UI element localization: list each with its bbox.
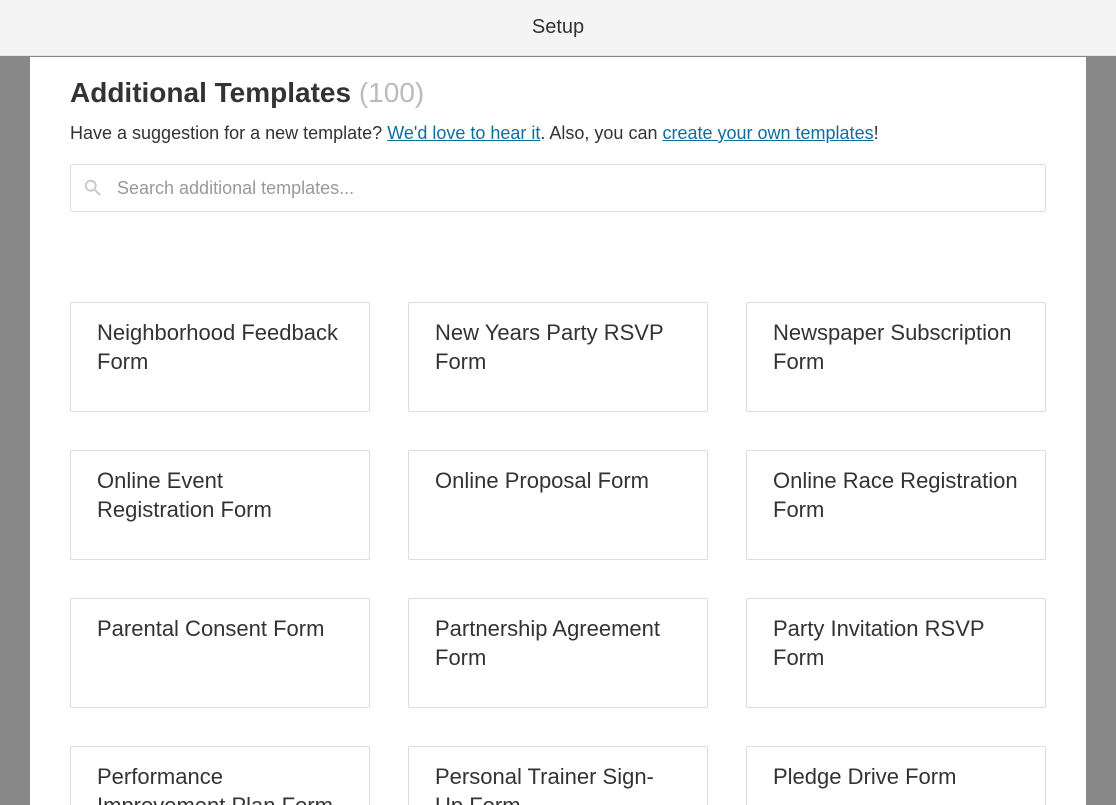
suggestion-link[interactable]: We'd love to hear it [387,123,540,143]
template-card[interactable]: Party Invitation RSVP Form [746,598,1046,708]
outer-frame: Additional Templates (100) Have a sugges… [0,56,1116,805]
template-card-title: Partnership Agreement Form [435,615,681,672]
template-card[interactable]: New Years Party RSVP Form [408,302,708,412]
template-card-title: Neighborhood Feedback Form [97,319,343,376]
templates-grid: Neighborhood Feedback Form New Years Part… [70,302,1046,805]
subtext-suffix: ! [874,123,879,143]
subtext-prefix: Have a suggestion for a new template? [70,123,387,143]
template-card-title: Online Event Registration Form [97,467,343,524]
template-card[interactable]: Online Proposal Form [408,450,708,560]
template-card-title: Personal Trainer Sign-Up Form [435,763,681,805]
panel-header: Additional Templates (100) Have a sugges… [30,57,1086,212]
template-card-title: Online Race Registration Form [773,467,1019,524]
template-card-title: Party Invitation RSVP Form [773,615,1019,672]
template-card[interactable]: Parental Consent Form [70,598,370,708]
section-subtext: Have a suggestion for a new template? We… [70,123,1046,144]
template-card[interactable]: Online Event Registration Form [70,450,370,560]
template-card[interactable]: Neighborhood Feedback Form [70,302,370,412]
topbar: Setup [0,0,1116,56]
create-template-link[interactable]: create your own templates [662,123,873,143]
content-panel: Additional Templates (100) Have a sugges… [30,57,1086,805]
templates-scrollpane[interactable]: Neighborhood Feedback Form New Years Part… [30,252,1086,805]
template-card[interactable]: Online Race Registration Form [746,450,1046,560]
template-card[interactable]: Performance Improvement Plan Form [70,746,370,805]
page-title: Setup [532,16,584,39]
template-card-title: Performance Improvement Plan Form [97,763,343,805]
template-card-title: Pledge Drive Form [773,763,956,792]
template-card-title: Parental Consent Form [97,615,324,644]
template-card-title: Online Proposal Form [435,467,649,496]
search-input[interactable] [70,164,1046,212]
template-card-title: New Years Party RSVP Form [435,319,681,376]
template-card[interactable]: Newspaper Subscription Form [746,302,1046,412]
section-count: (100) [359,77,424,108]
subtext-mid: . Also, you can [540,123,662,143]
template-card-title: Newspaper Subscription Form [773,319,1019,376]
search-wrap [70,164,1046,212]
section-heading: Additional Templates (100) [70,77,1046,109]
template-card[interactable]: Pledge Drive Form [746,746,1046,805]
template-card[interactable]: Personal Trainer Sign-Up Form [408,746,708,805]
template-card[interactable]: Partnership Agreement Form [408,598,708,708]
section-title: Additional Templates [70,77,351,108]
